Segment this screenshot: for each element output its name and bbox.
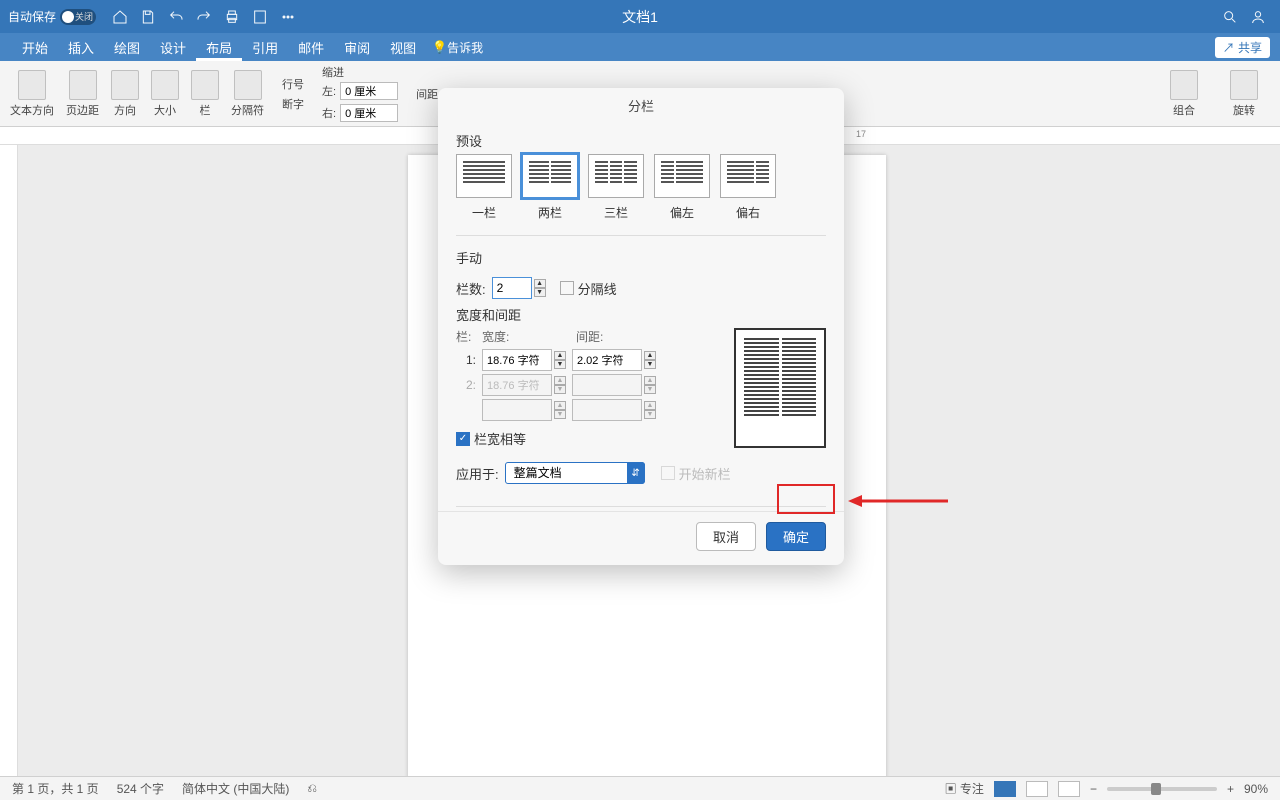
rotate-button[interactable]: 旋转 bbox=[1230, 70, 1258, 118]
preset-right[interactable]: 偏右 bbox=[720, 154, 776, 221]
print-layout-view[interactable] bbox=[994, 781, 1016, 797]
status-bar: 第 1 页，共 1 页 524 个字 简体中文 (中国大陆) ⎌ ▣ 专注 − … bbox=[0, 776, 1280, 800]
apply-to-select[interactable]: 整篇文档 bbox=[505, 462, 645, 484]
orientation-button[interactable]: 方向 bbox=[111, 70, 139, 118]
separator-checkbox[interactable] bbox=[560, 281, 574, 295]
columns-count-label: 栏数: bbox=[456, 279, 486, 298]
equal-width-checkbox[interactable]: ✓ bbox=[456, 432, 470, 446]
col2-spacing-input bbox=[572, 374, 642, 396]
preset-left[interactable]: 偏左 bbox=[654, 154, 710, 221]
tab-home[interactable]: 开始 bbox=[12, 33, 58, 61]
autosave-toggle[interactable]: 关闭 bbox=[60, 9, 96, 25]
presets-label: 预设 bbox=[438, 123, 844, 154]
indent-right-input[interactable] bbox=[340, 104, 398, 122]
track-changes-icon[interactable]: ⎌ bbox=[307, 781, 317, 796]
group-button[interactable]: 组合 bbox=[1170, 70, 1198, 118]
tab-design[interactable]: 设计 bbox=[150, 33, 196, 61]
account-icon[interactable] bbox=[1248, 7, 1268, 27]
apply-to-label: 应用于: bbox=[456, 464, 499, 483]
tab-mailings[interactable]: 邮件 bbox=[288, 33, 334, 61]
tab-insert[interactable]: 插入 bbox=[58, 33, 104, 61]
ribbon-tabs: 开始 插入 绘图 设计 布局 引用 邮件 审阅 视图 💡 告诉我 ↗ 共享 bbox=[0, 33, 1280, 61]
ok-button[interactable]: 确定 bbox=[766, 522, 826, 551]
vertical-ruler bbox=[0, 145, 18, 776]
tab-view[interactable]: 视图 bbox=[380, 33, 426, 61]
arrow-callout bbox=[848, 492, 948, 513]
word-count[interactable]: 524 个字 bbox=[117, 780, 164, 797]
preset-one[interactable]: 一栏 bbox=[456, 154, 512, 221]
width-spacing-label: 宽度和间距 bbox=[456, 305, 826, 324]
columns-count-stepper[interactable]: ▲▼ bbox=[534, 279, 546, 297]
spacing-label: 间距 bbox=[416, 86, 438, 102]
line-numbers-button[interactable]: 行号 bbox=[282, 76, 304, 92]
columns-preview bbox=[734, 328, 826, 448]
hyphenation-button[interactable]: 断字 bbox=[282, 96, 304, 112]
equal-width-label: 栏宽相等 bbox=[474, 429, 526, 448]
indent-left-input[interactable] bbox=[340, 82, 398, 100]
start-new-column-checkbox bbox=[661, 466, 675, 480]
web-layout-view[interactable] bbox=[1058, 781, 1080, 797]
language-status[interactable]: 简体中文 (中国大陆) bbox=[182, 780, 289, 797]
zoom-out[interactable]: − bbox=[1090, 782, 1097, 796]
start-new-column-label: 开始新栏 bbox=[679, 464, 731, 483]
column-row-3: ▲▼ ▲▼ bbox=[456, 399, 720, 421]
share-button[interactable]: ↗ 共享 bbox=[1215, 37, 1270, 58]
tell-me[interactable]: 💡 告诉我 bbox=[432, 39, 483, 56]
cancel-button[interactable]: 取消 bbox=[696, 522, 756, 551]
focus-mode[interactable]: ▣ 专注 bbox=[945, 780, 984, 797]
col1-spacing-input[interactable] bbox=[572, 349, 642, 371]
redo-icon[interactable] bbox=[194, 7, 214, 27]
tab-review[interactable]: 审阅 bbox=[334, 33, 380, 61]
tab-draw[interactable]: 绘图 bbox=[104, 33, 150, 61]
autosave-label: 自动保存 bbox=[8, 8, 56, 25]
undo-icon[interactable] bbox=[166, 7, 186, 27]
zoom-slider[interactable] bbox=[1107, 787, 1217, 791]
columns-dialog: 分栏 预设 一栏 两栏 三栏 偏左 偏右 手动 栏数: ▲▼ 分隔线 宽度和间距… bbox=[438, 88, 844, 565]
template-icon[interactable] bbox=[250, 7, 270, 27]
breaks-button[interactable]: 分隔符 bbox=[231, 70, 264, 118]
chevron-down-icon: ⇵ bbox=[627, 462, 645, 484]
col1-width-input[interactable] bbox=[482, 349, 552, 371]
document-title: 文档1 bbox=[622, 7, 658, 27]
search-icon[interactable] bbox=[1220, 7, 1240, 27]
col2-width-input bbox=[482, 374, 552, 396]
outline-view[interactable] bbox=[1026, 781, 1048, 797]
save-icon[interactable] bbox=[138, 7, 158, 27]
page-status[interactable]: 第 1 页，共 1 页 bbox=[12, 780, 99, 797]
print-icon[interactable] bbox=[222, 7, 242, 27]
home-icon[interactable] bbox=[110, 7, 130, 27]
zoom-in[interactable]: + bbox=[1227, 782, 1234, 796]
columns-button[interactable]: 栏 bbox=[191, 70, 219, 118]
tab-layout[interactable]: 布局 bbox=[196, 33, 242, 61]
dialog-title: 分栏 bbox=[438, 88, 844, 123]
tab-references[interactable]: 引用 bbox=[242, 33, 288, 61]
margins-button[interactable]: 页边距 bbox=[66, 70, 99, 118]
size-button[interactable]: 大小 bbox=[151, 70, 179, 118]
manual-label: 手动 bbox=[438, 240, 844, 271]
title-bar: 自动保存 关闭 文档1 bbox=[0, 0, 1280, 33]
column-row-1: 1: ▲▼ ▲▼ bbox=[456, 349, 720, 371]
zoom-level[interactable]: 90% bbox=[1244, 782, 1268, 796]
more-icon[interactable] bbox=[278, 7, 298, 27]
column-row-2: 2: ▲▼ ▲▼ bbox=[456, 374, 720, 396]
preset-two[interactable]: 两栏 bbox=[522, 154, 578, 221]
preset-three[interactable]: 三栏 bbox=[588, 154, 644, 221]
indent-label: 缩进 bbox=[322, 64, 398, 80]
columns-count-input[interactable] bbox=[492, 277, 532, 299]
separator-label: 分隔线 bbox=[578, 279, 617, 298]
text-direction-button[interactable]: 文本方向 bbox=[10, 70, 54, 118]
